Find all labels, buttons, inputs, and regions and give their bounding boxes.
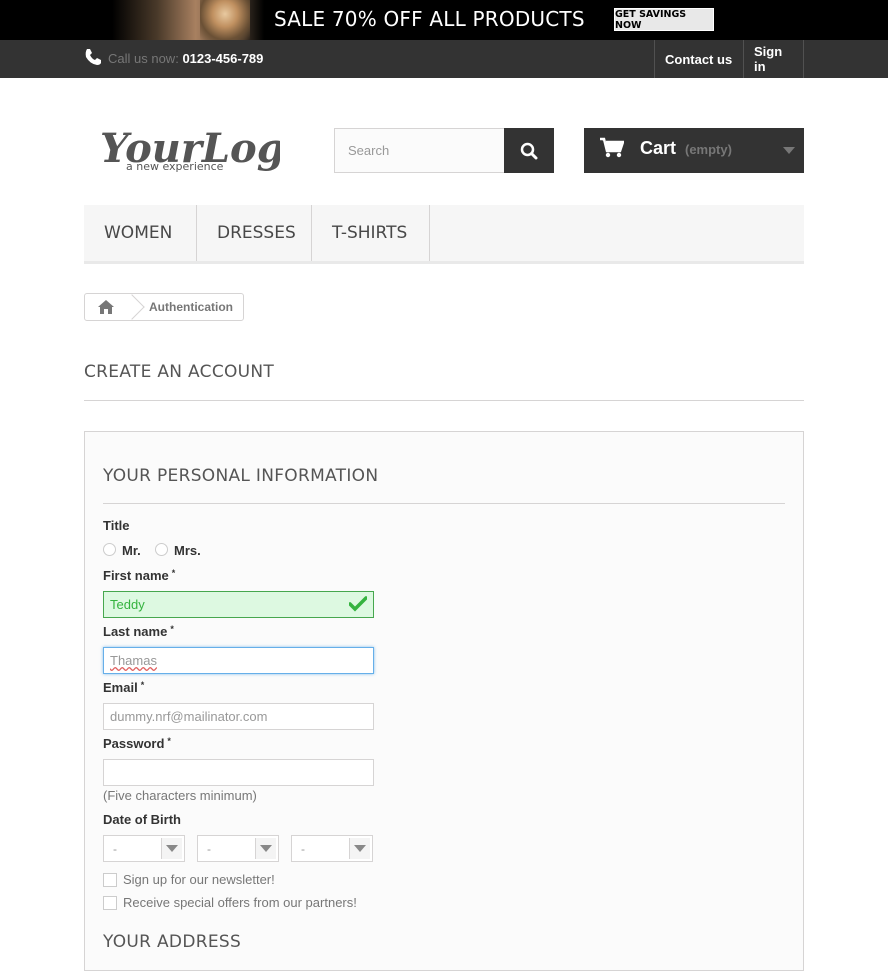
menu-item-tshirts[interactable]: T-SHIRTS [312,205,430,261]
first-name-label-text: First name [103,568,169,583]
radio-mr-label[interactable]: Mr. [122,543,141,558]
menu-item-women[interactable]: WOMEN [84,205,197,261]
dob-year-value: - [301,841,305,856]
radio-mrs-label[interactable]: Mrs. [174,543,201,558]
dob-month-value: - [207,841,211,856]
get-savings-button[interactable]: GET SAVINGS NOW [614,8,714,31]
last-name-field[interactable]: Thamas [103,647,374,674]
password-hint: (Five characters minimum) [103,788,257,803]
first-name-label: First name * [103,568,175,583]
first-name-field[interactable]: Teddy [103,591,374,618]
radio-mrs[interactable] [155,543,168,556]
radio-mr[interactable] [103,543,116,556]
title-label: Title [103,518,130,533]
first-name-value: Teddy [110,597,145,612]
check-icon [349,596,367,612]
chevron-down-icon [161,838,182,859]
offers-label[interactable]: Receive special offers from our partners… [123,895,357,910]
required-mark: * [170,624,174,634]
chevron-down-icon [349,838,370,859]
home-icon [97,300,114,314]
cart-status: (empty) [685,142,732,157]
dob-day-value: - [113,841,117,856]
site-logo[interactable]: YourLogo a new experience [100,122,280,177]
account-form-box [84,431,804,971]
dob-label: Date of Birth [103,812,181,827]
last-name-label: Last name * [103,624,174,639]
address-heading: YOUR ADDRESS [103,932,242,952]
dob-day-select[interactable]: - [103,835,185,862]
search-icon [520,142,538,159]
offers-checkbox[interactable] [103,896,117,910]
breadcrumb: Authentication [84,293,244,321]
menu-item-dresses[interactable]: DRESSES [197,205,312,261]
email-field[interactable]: dummy.nrf@mailinator.com [103,703,374,730]
sign-in-link[interactable]: Sign in [743,40,804,78]
password-label-text: Password [103,736,165,751]
logo-tagline: a new experience [126,160,224,173]
cart-label: Cart [640,138,677,158]
password-label: Password * [103,736,171,751]
promo-banner[interactable]: SALE 70% OFF ALL PRODUCTS GET SAVINGS NO… [0,0,888,40]
required-mark: * [171,568,176,578]
search-button[interactable] [504,128,554,173]
email-label: Email * [103,680,144,695]
phone-number: 0123-456-789 [182,51,264,66]
personal-info-heading: YOUR PERSONAL INFORMATION [103,466,379,486]
dob-month-select[interactable]: - [197,835,279,862]
last-name-label-text: Last name [103,624,168,639]
email-label-text: Email [103,680,138,695]
cart-icon [600,137,624,158]
required-mark: * [167,736,171,746]
main-menu: WOMEN DRESSES T-SHIRTS [84,205,804,264]
newsletter-checkbox[interactable] [103,873,117,887]
last-name-value: Thamas [110,653,157,668]
call-us-text: Call us now: 0123-456-789 [108,51,263,66]
page-title: CREATE AN ACCOUNT [84,362,275,382]
divider [84,400,804,401]
contact-us-link[interactable]: Contact us [654,40,743,78]
divider [103,503,785,504]
call-label: Call us now: [108,51,179,66]
chevron-down-icon [783,147,795,154]
breadcrumb-current: Authentication [149,300,233,314]
password-field[interactable] [103,759,374,786]
banner-text: SALE 70% OFF ALL PRODUCTS [274,7,585,31]
banner-model-image [200,0,250,40]
search-input[interactable]: Search [334,128,504,173]
newsletter-label[interactable]: Sign up for our newsletter! [123,872,275,887]
required-mark: * [140,680,145,690]
cart-button[interactable]: Cart (empty) [584,128,804,173]
chevron-down-icon [255,838,276,859]
dob-year-select[interactable]: - [291,835,373,862]
phone-icon [85,49,101,65]
